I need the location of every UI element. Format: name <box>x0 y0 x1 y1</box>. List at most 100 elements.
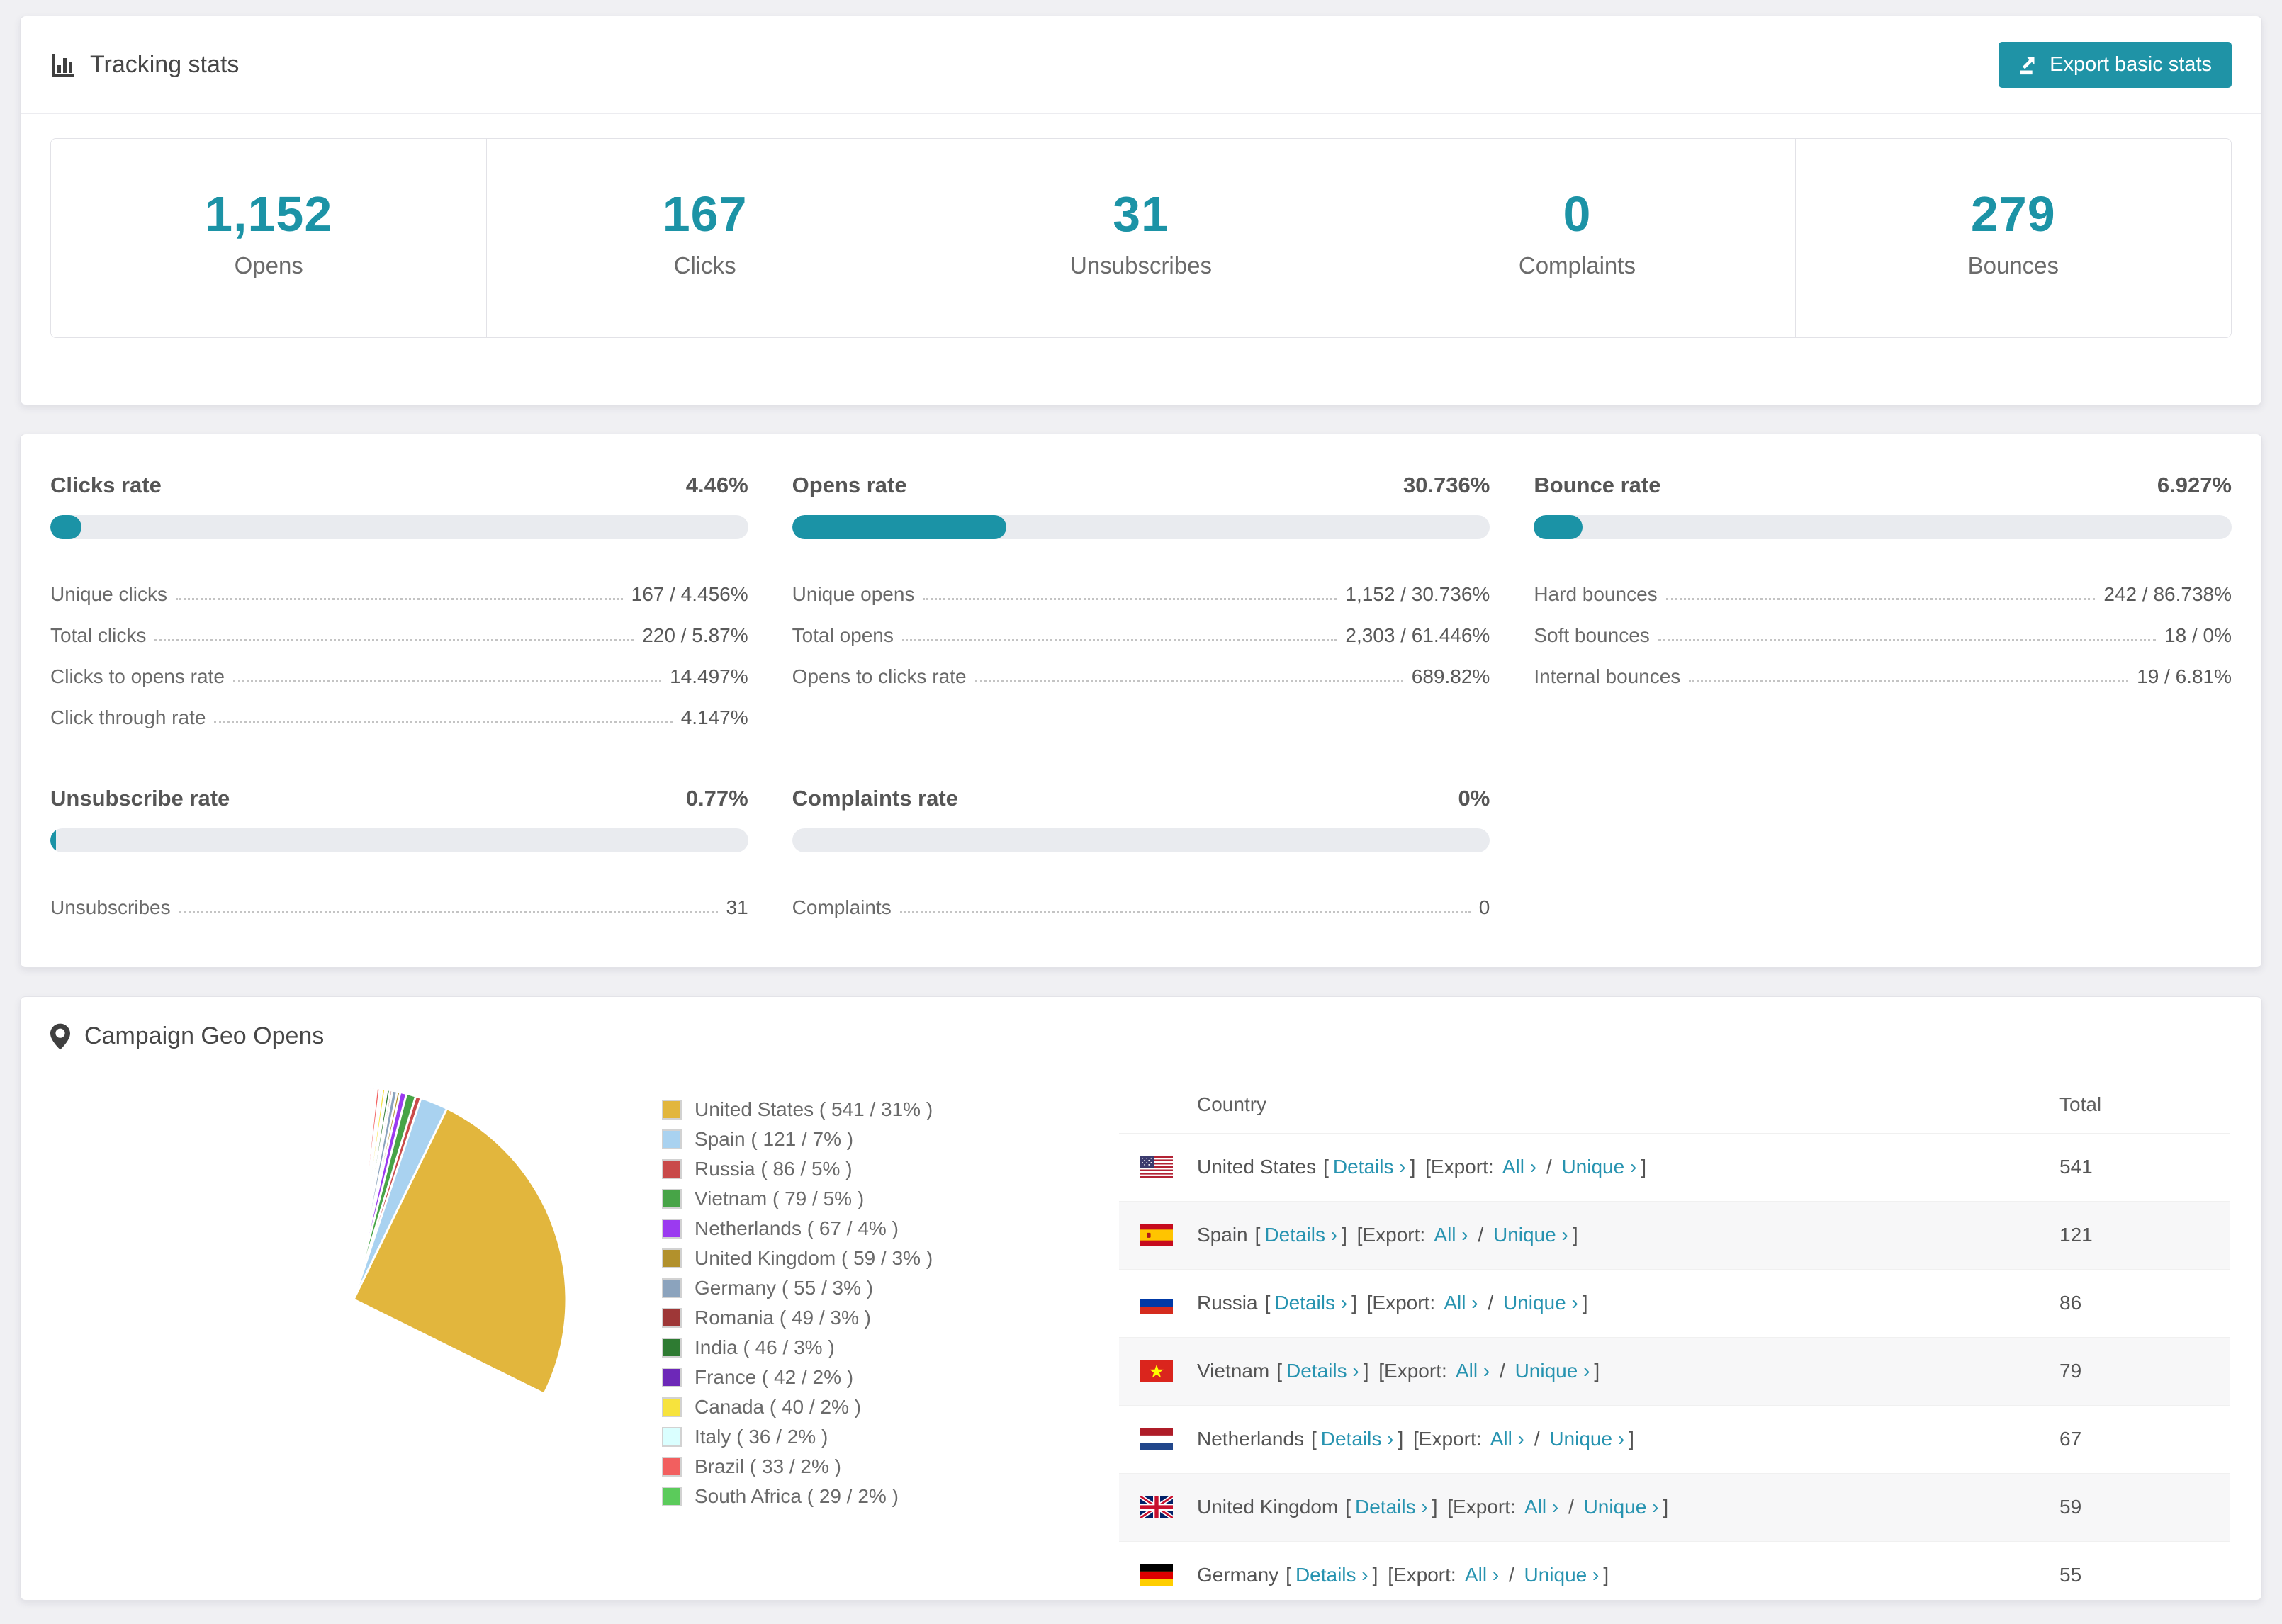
bracket: ] <box>1432 1496 1438 1518</box>
rate-detail-row: Click through rate 4.147% <box>50 691 748 732</box>
rate-panel: Bounce rate 6.927% Hard bounces 242 / 86… <box>1534 473 2232 732</box>
country-flag <box>1119 1132 1197 1201</box>
legend-label: Romania ( 49 / 3% ) <box>695 1307 871 1329</box>
geo-table-row: United Kingdom [Details ›] [Export: All ›… <box>1119 1472 2230 1541</box>
export-all-link[interactable]: All › <box>1444 1292 1478 1314</box>
geo-pie-legend: United States ( 541 / 31% ) Spain ( 121 … <box>602 1076 1119 1600</box>
details-link[interactable]: Details › <box>1295 1564 1368 1586</box>
rate-title: Opens rate <box>792 473 907 497</box>
details-link[interactable]: Details › <box>1355 1496 1428 1518</box>
stat-label: Bounces <box>1967 252 2059 278</box>
stat-box: 279 Bounces <box>1795 139 2231 337</box>
legend-item: South Africa ( 29 / 2% ) <box>662 1482 1119 1511</box>
dotted-leader <box>1665 598 2096 600</box>
bracket: [ <box>1276 1360 1282 1382</box>
geo-table: Country Total United States[Details ›] [… <box>1119 1076 2230 1600</box>
country-name: Vietnam <box>1197 1360 1270 1382</box>
dotted-leader <box>232 680 662 682</box>
export-unique-link[interactable]: Unique › <box>1549 1428 1624 1450</box>
bracket: ] <box>1663 1496 1669 1518</box>
country-name: Germany <box>1197 1564 1279 1586</box>
details-link[interactable]: Details › <box>1286 1360 1359 1382</box>
bracket: ] <box>1603 1564 1609 1586</box>
rate-value: 0% <box>1458 786 1490 811</box>
dotted-leader <box>154 639 634 641</box>
rate-detail-row: Unique opens 1,152 / 30.736% <box>792 568 1490 609</box>
stat-box: 1,152 Opens <box>51 139 488 337</box>
details-link[interactable]: Details › <box>1333 1156 1406 1178</box>
country-name: United States <box>1197 1156 1317 1178</box>
dotted-leader <box>175 598 623 600</box>
stat-box: 0 Complaints <box>1359 139 1796 337</box>
rate-panel-header: Complaints rate 0% <box>792 786 1490 811</box>
rate-value: 30.736% <box>1403 473 1490 497</box>
geo-table-row: Germany [Details ›] [Export: All › / Uniq… <box>1119 1540 2230 1600</box>
rate-detail-value: 14.497% <box>670 665 748 687</box>
tracking-stats-header: Tracking stats Export basic stats <box>21 16 2261 114</box>
stat-label: Clicks <box>673 252 736 278</box>
rate-progress-fill <box>50 828 56 852</box>
export-unique-link[interactable]: Unique › <box>1493 1224 1568 1246</box>
export-unique-link[interactable]: Unique › <box>1584 1496 1659 1518</box>
rate-detail-rows: Unique clicks 167 / 4.456% Total clicks … <box>50 568 748 732</box>
export-unique-link[interactable]: Unique › <box>1561 1156 1636 1178</box>
export-all-link[interactable]: All › <box>1434 1224 1468 1246</box>
geo-pie-chart <box>352 1086 568 1396</box>
country-cell: Germany [Details ›] [Export: All › / Uniq… <box>1197 1540 2059 1600</box>
legend-item: United Kingdom ( 59 / 3% ) <box>662 1244 1119 1273</box>
legend-swatch <box>662 1100 682 1120</box>
rate-detail-label: Hard bounces <box>1534 583 1658 605</box>
country-name: Spain <box>1197 1224 1248 1246</box>
rate-panel: Unsubscribe rate 0.77% Unsubscribes 31 <box>50 786 748 922</box>
country-flag <box>1119 1200 1197 1269</box>
export-all-link[interactable]: All › <box>1456 1360 1490 1382</box>
geo-opens-header: Campaign Geo Opens <box>21 997 2261 1076</box>
legend-item: Italy ( 36 / 2% ) <box>662 1422 1119 1452</box>
export-basic-stats-button[interactable]: Export basic stats <box>1999 42 2232 88</box>
rates-card: Clicks rate 4.46% Unique clicks 167 / 4.… <box>20 434 2262 968</box>
country-flag <box>1119 1336 1197 1405</box>
details-link[interactable]: Details › <box>1264 1224 1337 1246</box>
rate-detail-row: Internal bounces 19 / 6.81% <box>1534 650 2232 691</box>
country-total: 79 <box>2059 1336 2230 1405</box>
bracket: ] <box>1351 1292 1357 1314</box>
rate-panel-header: Opens rate 30.736% <box>792 473 1490 498</box>
bracket: ] <box>1572 1224 1578 1246</box>
legend-label: Russia ( 86 / 5% ) <box>695 1158 853 1180</box>
rate-detail-label: Complaints <box>792 896 892 918</box>
export-all-link[interactable]: All › <box>1524 1496 1558 1518</box>
export-unique-link[interactable]: Unique › <box>1524 1564 1600 1586</box>
geo-table-column: Country Total United States[Details ›] [… <box>1119 1076 2230 1600</box>
stat-box: 167 Clicks <box>487 139 923 337</box>
export-all-link[interactable]: All › <box>1490 1428 1524 1450</box>
dotted-leader <box>901 639 1337 641</box>
rate-progress-track <box>792 515 1490 539</box>
details-link[interactable]: Details › <box>1274 1292 1347 1314</box>
page-title: Tracking stats <box>90 51 240 78</box>
legend-swatch <box>662 1427 682 1447</box>
export-unique-link[interactable]: Unique › <box>1515 1360 1590 1382</box>
bar-chart-icon <box>52 53 74 77</box>
country-flag <box>1119 1472 1197 1541</box>
export-unique-link[interactable]: Unique › <box>1503 1292 1578 1314</box>
rate-detail-label: Total clicks <box>50 624 147 646</box>
export-label: [Export: <box>1356 1224 1426 1246</box>
rate-detail-value: 0 <box>1478 896 1490 918</box>
export-all-link[interactable]: All › <box>1502 1156 1536 1178</box>
geo-pie-column <box>21 1076 602 1600</box>
country-cell: United States[Details ›] [Export: All › … <box>1197 1132 2059 1201</box>
details-link[interactable]: Details › <box>1321 1428 1394 1450</box>
legend-swatch <box>662 1457 682 1477</box>
export-label: [Export: <box>1425 1156 1494 1178</box>
dotted-leader <box>899 911 1471 913</box>
slash: / <box>1568 1496 1574 1518</box>
rate-value: 0.77% <box>685 786 748 811</box>
dotted-leader <box>1689 680 2129 682</box>
rate-detail-rows: Unsubscribes 31 <box>50 881 748 922</box>
country-flag <box>1119 1404 1197 1473</box>
export-all-link[interactable]: All › <box>1465 1564 1499 1586</box>
export-label: [Export: <box>1413 1428 1482 1450</box>
map-marker-icon <box>50 1023 70 1049</box>
stats-summary-row: 1,152 Opens 167 Clicks 31 Unsubscribes 0… <box>50 138 2232 338</box>
legend-swatch <box>662 1129 682 1149</box>
